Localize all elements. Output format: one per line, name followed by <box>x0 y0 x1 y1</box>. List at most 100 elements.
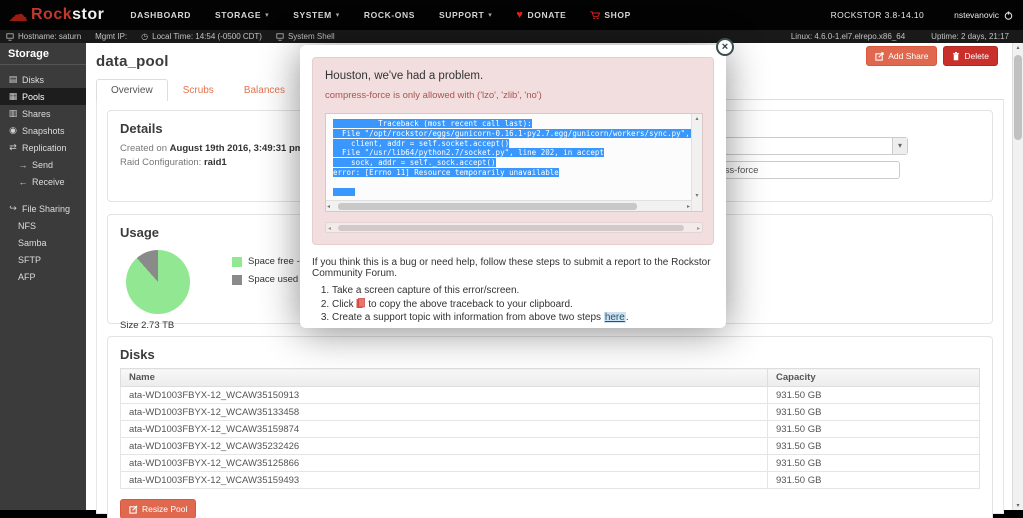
page-scrollbar[interactable]: ▴ ▾ <box>1012 43 1023 510</box>
shell-monitor-icon <box>276 32 284 41</box>
snapshots-icon: ◉ <box>9 125 17 135</box>
disk-capacity-cell: 931.50 GB <box>767 454 980 472</box>
tab-overview[interactable]: Overview <box>96 79 168 101</box>
error-subtitle: compress-force is only allowed with ('lz… <box>325 90 542 101</box>
sidebar-item-receive[interactable]: ← Receive <box>0 173 86 190</box>
traceback-hscrollbar[interactable]: ◂ ▸ <box>326 200 691 211</box>
edit-icon <box>129 505 138 514</box>
nav-item-support[interactable]: SUPPORT ▾ <box>439 10 492 20</box>
sidebar-item-samba[interactable]: Samba <box>0 234 86 251</box>
scroll-down-icon[interactable]: ▾ <box>1013 502 1023 509</box>
sidebar-item-disks[interactable]: ▤ Disks <box>0 71 86 88</box>
nav-item-label: SUPPORT <box>438 10 485 20</box>
nav-item-system[interactable]: SYSTEM ▾ <box>293 10 340 20</box>
sidebar-item-pools[interactable]: ▦ Pools <box>0 88 86 105</box>
nav-item-label: DONATE <box>527 10 567 20</box>
sidebar-item-sftp[interactable]: SFTP <box>0 251 86 268</box>
sidebar-item-label: Snapshots <box>22 125 65 136</box>
step-3: Create a support topic with information … <box>332 312 714 324</box>
modal-help-text: If you think this is a bug or need help,… <box>312 257 711 279</box>
scroll-up-icon[interactable]: ▴ <box>1013 44 1023 51</box>
nav-item-shop[interactable]: SHOP <box>590 10 631 20</box>
nav-item-storage[interactable]: STORAGE ▾ <box>215 10 269 20</box>
nav-item-dashboard[interactable]: DASHBOARD <box>130 10 191 20</box>
traceback-line: sock, addr = self._sock.accept() <box>333 158 496 168</box>
traceback-line: client, addr = self.socket.accept() <box>333 138 510 148</box>
table-row[interactable]: ata-WD1003FBYX-12_WCAW35159874 931.50 GB <box>120 420 980 438</box>
hostname-label: Hostname: saturn <box>18 32 82 41</box>
sidebar-item-send[interactable]: → Send <box>0 156 86 173</box>
traceback-line: File "/opt/rockstor/eggs/gunicorn-0.16.1… <box>333 128 702 139</box>
traceback-box[interactable]: Traceback (most recent call last): File … <box>325 113 703 212</box>
table-row[interactable]: ata-WD1003FBYX-12_WCAW35159493 931.50 GB <box>120 471 980 489</box>
column-header-capacity[interactable]: Capacity <box>767 368 980 387</box>
sidebar-item-shares[interactable]: ▥ Shares <box>0 105 86 122</box>
raid-label: Raid Configuration: <box>120 157 202 168</box>
local-time-label: Local Time: 14:54 (-0500 CDT) <box>152 32 262 41</box>
cloud-logo-icon: ☁ <box>8 4 28 26</box>
mgmt-ip-group: Mgmt IP: <box>95 32 127 41</box>
disks-icon: ▤ <box>8 74 18 84</box>
sidebar-item-afp[interactable]: AFP <box>0 268 86 285</box>
add-share-button[interactable]: Add Share <box>866 46 938 66</box>
error-title: Houston, we've had a problem. <box>325 70 484 82</box>
usage-pie-wrap: Size 2.73 TB <box>120 246 190 331</box>
selection-block <box>333 187 355 196</box>
monitor-icon <box>6 32 14 41</box>
clock-icon: ◷ <box>141 32 149 41</box>
table-row[interactable]: ata-WD1003FBYX-12_WCAW35150913 931.50 GB <box>120 386 980 404</box>
nav-item-label: SHOP <box>604 10 631 20</box>
usage-pie-chart <box>126 250 190 314</box>
tab-balances[interactable]: Balances <box>229 79 300 101</box>
resize-pool-button[interactable]: Resize Pool <box>120 499 197 518</box>
nav-item-donate[interactable]: ♥ DONATE <box>516 9 566 21</box>
step-1: Take a screen capture of this error/scre… <box>332 285 714 297</box>
chevron-down-icon: ▾ <box>488 12 493 19</box>
sidebar-item-replication[interactable]: ⇄ Replication <box>0 139 86 156</box>
scroll-left-icon[interactable]: ◂ <box>327 203 330 210</box>
disk-name-cell: ata-WD1003FBYX-12_WCAW35159874 <box>120 420 768 438</box>
receive-icon: ← <box>18 176 28 187</box>
sidebar-item-snapshots[interactable]: ◉ Snapshots <box>0 122 86 139</box>
system-shell-group[interactable]: System Shell <box>276 32 335 41</box>
delete-button[interactable]: Delete <box>943 46 998 66</box>
sidebar-item-label: SFTP <box>18 254 42 265</box>
sidebar-item-label: Send <box>32 159 54 170</box>
rockstor-logo[interactable]: ☁ Rockstor <box>8 5 104 25</box>
sidebar-item-nfs[interactable]: NFS <box>0 217 86 234</box>
table-row[interactable]: ata-WD1003FBYX-12_WCAW35133458 931.50 GB <box>120 403 980 421</box>
scroll-right-icon[interactable]: ▸ <box>697 225 700 232</box>
user-menu[interactable]: nstevanovic <box>954 10 1013 20</box>
scrollbar-thumb[interactable] <box>338 224 684 231</box>
traceback-vscrollbar[interactable]: ▴ ▾ <box>691 114 702 211</box>
alert-hscrollbar[interactable]: ◂ ▸ <box>325 222 703 233</box>
status-right: Linux: 4.6.0-1.el7.elrepo.x86_64 Uptime:… <box>791 32 1009 41</box>
scrollbar-thumb[interactable] <box>338 202 638 210</box>
sidebar-item-label: Shares <box>22 108 51 119</box>
created-value: August 19th 2016, 3:49:31 pm <box>169 143 304 154</box>
close-icon[interactable]: × <box>716 38 734 56</box>
chevron-down-icon: ▾ <box>335 12 340 19</box>
table-row[interactable]: ata-WD1003FBYX-12_WCAW35232426 931.50 GB <box>120 437 980 455</box>
scroll-down-icon[interactable]: ▾ <box>692 192 702 199</box>
scroll-right-icon[interactable]: ▸ <box>687 203 690 210</box>
disks-table: Name Capacity ata-WD1003FBYX-12_WCAW35150… <box>120 368 980 489</box>
nav-right: ROCKSTOR 3.8-14.10 nstevanovic <box>831 10 1013 20</box>
table-row[interactable]: ata-WD1003FBYX-12_WCAW35125866 931.50 GB <box>120 454 980 472</box>
error-alert: Houston, we've had a problem. compress-f… <box>312 57 714 245</box>
nav-item-label: SYSTEM <box>293 10 332 20</box>
clipboard-copy-icon[interactable] <box>356 298 366 309</box>
column-header-name[interactable]: Name <box>120 368 768 387</box>
scroll-left-icon[interactable]: ◂ <box>328 225 331 232</box>
scroll-up-icon[interactable]: ▴ <box>692 115 702 122</box>
here-link[interactable]: here <box>603 312 626 323</box>
scrollbar-thumb[interactable] <box>1014 55 1022 140</box>
nav-item-label: DASHBOARD <box>130 10 192 20</box>
nav-item-rock-ons[interactable]: ROCK-ONS <box>364 10 415 20</box>
disk-name-cell: ata-WD1003FBYX-12_WCAW35125866 <box>120 454 768 472</box>
brand-text: Rockstor <box>31 6 105 23</box>
traceback-line: error: [Errno 11] Resource temporarily u… <box>333 167 559 177</box>
tab-scrubs[interactable]: Scrubs <box>168 79 229 101</box>
sidebar-item-file-sharing[interactable]: ↪ File Sharing <box>0 200 86 217</box>
disk-name-cell: ata-WD1003FBYX-12_WCAW35232426 <box>120 437 768 455</box>
